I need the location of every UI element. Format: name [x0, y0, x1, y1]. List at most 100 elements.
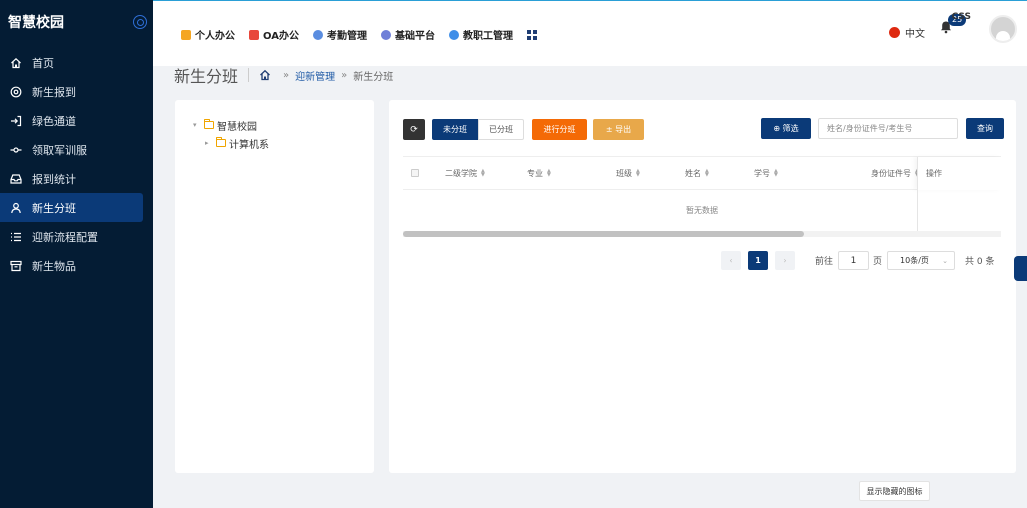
sidebar-item-class-assignment[interactable]: 新生分班: [0, 193, 143, 222]
search-input[interactable]: [818, 118, 958, 139]
sort-icon[interactable]: ▲▼: [481, 169, 485, 178]
query-button[interactable]: 查询: [966, 118, 1004, 139]
sidebar-item-label: 首页: [32, 56, 54, 70]
top-right-tools: 中文 25 CSS: [889, 12, 1017, 43]
language-label: 中文: [905, 28, 925, 40]
topnav-attendance[interactable]: 考勤管理: [312, 27, 367, 42]
chevron-down-icon: ⌄: [942, 256, 949, 265]
export-button[interactable]: ± 导出: [593, 119, 644, 140]
sidebar-item-label: 迎新流程配置: [32, 230, 98, 244]
page-size-select[interactable]: 10条/页 ⌄: [887, 251, 956, 270]
tree-node-computer-dept[interactable]: ▸ 计算机系: [205, 134, 374, 152]
notifications[interactable]: 25: [939, 14, 967, 42]
empty-text: 暂无数据: [686, 206, 718, 215]
attendance-icon: [312, 29, 323, 40]
sidebar-item-uniform[interactable]: 领取军训服: [0, 135, 143, 164]
tree-node-label: 智慧校园: [217, 121, 257, 133]
sidebar-item-home[interactable]: 首页: [0, 48, 143, 77]
column-label: 班级: [616, 168, 632, 178]
horizontal-scrollbar[interactable]: [403, 231, 1001, 237]
column-header-class[interactable]: 班级 ▲ ▼: [616, 157, 685, 189]
goto-page-input[interactable]: 1: [838, 251, 870, 270]
column-header-name[interactable]: 姓名 ▲ ▼: [685, 157, 754, 189]
assign-class-button[interactable]: 进行分班: [532, 119, 587, 140]
breadcrumb: 新生分班 » 迎新管理 » 新生分班: [174, 64, 393, 86]
topnav-base-platform[interactable]: 基础平台: [380, 27, 435, 42]
sidebar-item-label: 新生分班: [32, 201, 76, 215]
sidebar-item-statistics[interactable]: 报到统计: [0, 164, 143, 193]
column-header-college[interactable]: 二级学院 ▲ ▼: [445, 157, 527, 189]
caret-right-icon[interactable]: ▸: [205, 139, 213, 147]
sidebar-item-label: 报到统计: [32, 172, 76, 186]
column-header-actions: 操作: [917, 157, 1001, 190]
inbox-icon: [10, 173, 22, 185]
refresh-button[interactable]: ⟳: [403, 119, 425, 140]
folder-open-icon: [204, 119, 214, 129]
org-tree-panel: ▾ 智慧校园 ▸ 计算机系: [175, 100, 374, 473]
topnav-label: 教职工管理: [462, 31, 513, 42]
select-all-checkbox[interactable]: [411, 169, 419, 177]
topnav-staff-management[interactable]: 教职工管理: [448, 27, 513, 42]
show-hidden-icons-button[interactable]: 显示隐藏的图标: [859, 481, 930, 501]
collapse-toggle-icon[interactable]: [133, 15, 147, 29]
home-icon: [10, 57, 22, 69]
topnav-label: 基础平台: [394, 31, 435, 42]
sidebar: 智慧校园 首页 新生报到 绿色通道 领取军训服 报到统计 新生分班 迎新流程配置…: [0, 0, 153, 508]
search-area: ⊕ 筛选 查询: [761, 118, 1004, 139]
user-name: CSS: [951, 12, 971, 22]
caret-down-icon[interactable]: ▾: [193, 121, 201, 129]
table-empty-state: 暂无数据: [403, 190, 1001, 231]
sidebar-menu: 首页 新生报到 绿色通道 领取军训服 报到统计 新生分班 迎新流程配置 新生物品: [0, 48, 153, 280]
language-switcher[interactable]: 中文: [889, 25, 925, 40]
top-nav: 个人办公 OA办公 考勤管理 基础平台 教职工管理: [181, 27, 537, 42]
sidebar-item-green-channel[interactable]: 绿色通道: [0, 106, 143, 135]
students-table: 二级学院 ▲▼ 专业 ▲▼ 班级 ▲▼ 姓名 ▲▼ 学号 ▲▼ 身份证件号 ▲▼: [403, 156, 1001, 237]
top-bar: 个人办公 OA办公 考勤管理 基础平台 教职工管理 中文 25 CSS: [153, 0, 1027, 66]
settings-side-tab[interactable]: [1014, 256, 1027, 281]
breadcrumb-welcome-management[interactable]: 迎新管理: [295, 68, 335, 83]
topnav-label: 考勤管理: [326, 31, 367, 42]
assigned-tab[interactable]: 已分班: [478, 119, 524, 140]
app-title: 智慧校园: [8, 15, 64, 31]
apps-grid-icon[interactable]: [526, 29, 537, 40]
sidebar-item-label: 新生报到: [32, 85, 76, 99]
list-icon: [10, 231, 22, 243]
next-page-button[interactable]: ›: [775, 251, 795, 270]
scrollbar-thumb[interactable]: [403, 231, 804, 237]
brand: 智慧校园: [0, 0, 153, 44]
page-title: 新生分班: [174, 67, 239, 86]
topnav-oa-office[interactable]: OA办公: [249, 27, 299, 42]
page-1-button[interactable]: 1: [748, 251, 768, 270]
filter-button[interactable]: ⊕ 筛选: [761, 118, 811, 139]
sort-icon[interactable]: ▲▼: [774, 169, 778, 178]
column-header-major[interactable]: 专业 ▲ ▼: [527, 157, 616, 189]
sort-icon[interactable]: ▲▼: [705, 169, 709, 178]
home-icon[interactable]: [259, 69, 271, 81]
commit-icon: [10, 144, 22, 156]
pagination: ‹ 1 › 前往 1 页 10条/页 ⌄ 共 0 条: [721, 251, 994, 270]
column-label: 二级学院: [445, 168, 477, 178]
sidebar-item-label: 领取军训服: [32, 143, 87, 157]
select-all-cell: [403, 157, 445, 189]
unassigned-tab[interactable]: 未分班: [432, 119, 478, 140]
breadcrumb-current: 新生分班: [353, 71, 394, 83]
tree-node-label: 计算机系: [229, 139, 269, 151]
class-assignment-panel: ⟳ 未分班 已分班 进行分班 ± 导出 ⊕ 筛选 查询 二级学院 ▲▼ 专业 ▲…: [389, 100, 1016, 473]
sort-icon[interactable]: ▲▼: [547, 169, 551, 178]
avatar[interactable]: [989, 15, 1017, 43]
column-header-student-id[interactable]: 学号 ▲ ▼: [754, 157, 871, 189]
divider: [248, 68, 250, 82]
sidebar-item-process-config[interactable]: 迎新流程配置: [0, 222, 143, 251]
sidebar-item-registration[interactable]: 新生报到: [0, 77, 143, 106]
oa-office-icon: [249, 29, 259, 40]
tree-node-root[interactable]: ▾ 智慧校园: [193, 116, 374, 134]
prev-page-button[interactable]: ‹: [721, 251, 741, 270]
user-icon: [10, 202, 22, 214]
goto-label: 前往: [815, 257, 834, 267]
sidebar-item-label: 绿色通道: [32, 114, 76, 128]
sort-icon[interactable]: ▲▼: [636, 169, 640, 178]
sidebar-item-supplies[interactable]: 新生物品: [0, 251, 143, 280]
table-header: 二级学院 ▲▼ 专业 ▲▼ 班级 ▲▼ 姓名 ▲▼ 学号 ▲▼ 身份证件号 ▲▼: [403, 157, 1001, 190]
target-icon: [10, 86, 22, 98]
topnav-personal-office[interactable]: 个人办公: [181, 27, 235, 42]
